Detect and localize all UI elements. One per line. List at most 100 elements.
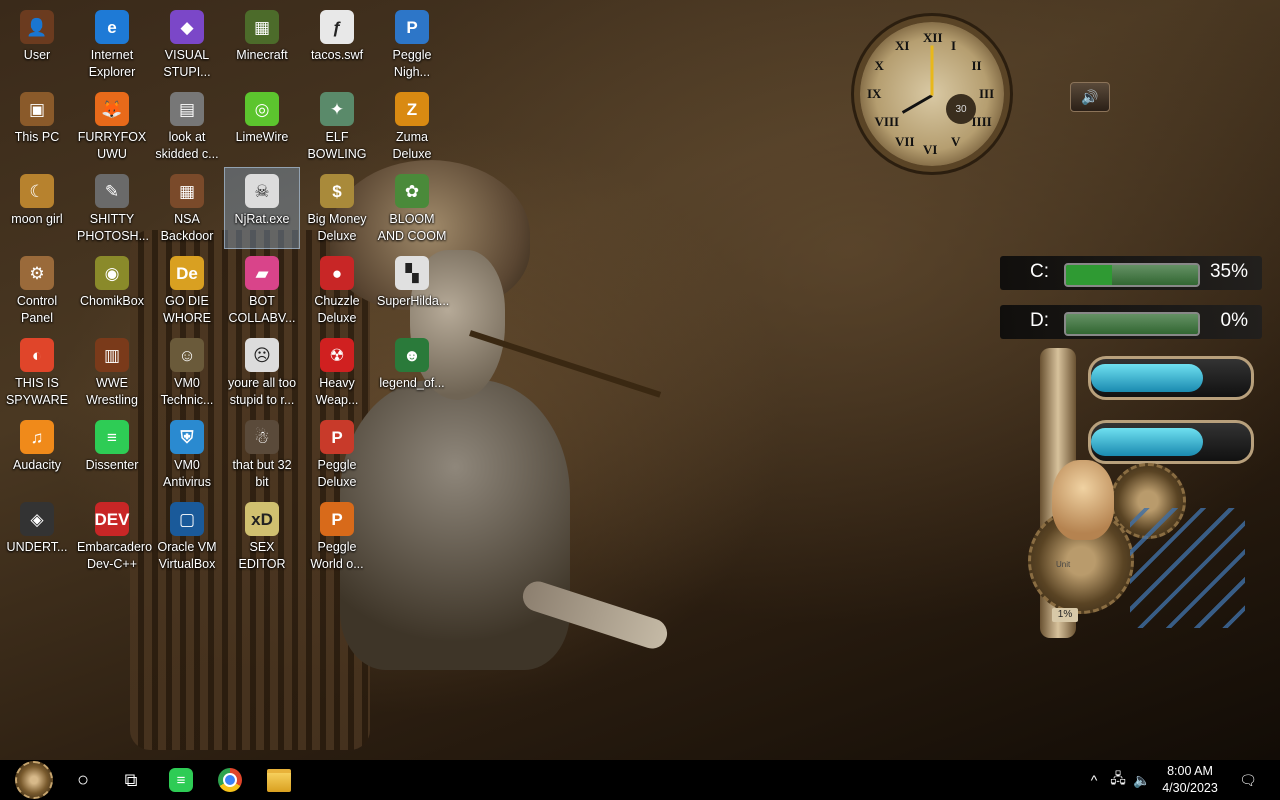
- desktop-icon[interactable]: ◆ VISUAL STUPI...: [150, 4, 224, 84]
- desktop-icon[interactable]: ◈ UNDERT...: [0, 496, 74, 576]
- tray-overflow-chevron[interactable]: ^: [1084, 760, 1104, 800]
- desktop-icon[interactable]: ◉ ChomikBox: [75, 250, 149, 330]
- pipe-gauge-fill: [1091, 428, 1203, 456]
- desktop-icon-label: Oracle VM VirtualBox: [157, 540, 217, 571]
- desktop-icon[interactable]: ☹ youre all too stupid to r...: [225, 332, 299, 412]
- desktop-icon[interactable]: 👤 User: [0, 4, 74, 84]
- desktop-icon[interactable]: P Peggle Nigh...: [375, 4, 449, 84]
- desktop-icon-label: Chuzzle Deluxe: [314, 294, 360, 325]
- desktop-icon[interactable]: Z Zuma Deluxe: [375, 86, 449, 166]
- desktop-icon[interactable]: ♫ Audacity: [0, 414, 74, 494]
- desktop-icon[interactable]: ✿ BLOOM AND COOM: [375, 168, 449, 248]
- pipe-gauge-bottom: [1088, 420, 1254, 464]
- desktop-icon[interactable]: ◐ THIS IS SPYWARE: [0, 332, 74, 412]
- desktop-icon[interactable]: ● Chuzzle Deluxe: [300, 250, 374, 330]
- dissenter-icon: ≡: [169, 768, 193, 792]
- desktop-icon-label: moon girl: [11, 212, 63, 226]
- desktop-icon-label: tacos.swf: [310, 48, 364, 62]
- app-icon: P: [320, 420, 354, 454]
- desktop-icon[interactable]: ◎ LimeWire: [225, 86, 299, 166]
- desktop-icon-label: Audacity: [13, 458, 61, 472]
- desktop-icon-label: legend_of...: [379, 376, 445, 390]
- app-icon: ☺: [170, 338, 204, 372]
- clock-numeral: VI: [923, 142, 938, 157]
- blue-rods: [1130, 508, 1245, 628]
- desktop-icon[interactable]: ☃ that but 32 bit: [225, 414, 299, 494]
- desktop-icon[interactable]: ⛨ VM0 Antivirus: [150, 414, 224, 494]
- app-icon: ☃: [245, 420, 279, 454]
- app-icon: P: [320, 502, 354, 536]
- desktop-icon[interactable]: 🦊 FURRYFOX UWU: [75, 86, 149, 166]
- pipe-gauge-fill: [1091, 364, 1203, 392]
- volume-muted-icon: 🔈: [1133, 771, 1151, 788]
- speaker-icon: 🔊: [1081, 88, 1099, 105]
- clock-gadget[interactable]: XII I II III IIII V VI VII VIII IX X XI 30: [852, 14, 1012, 174]
- start-button[interactable]: [10, 760, 58, 800]
- tray-network[interactable]: 🖧: [1106, 760, 1130, 800]
- desktop-icon[interactable]: ▦ NSA Backdoor: [150, 168, 224, 248]
- desktop-icon[interactable]: ☢ Heavy Weap...: [300, 332, 374, 412]
- desktop-icon-label: Minecraft: [236, 48, 288, 62]
- desktop-icon-label: LimeWire: [235, 130, 289, 144]
- desktop-icon[interactable]: ✎ SHITTY PHOTOSH...: [75, 168, 149, 248]
- desktop-icon[interactable]: ⚙ Control Panel: [0, 250, 74, 330]
- action-center-button[interactable]: 🗨: [1236, 760, 1260, 800]
- app-icon: ◈: [20, 502, 54, 536]
- drive-letter: C:: [1030, 261, 1049, 282]
- desktop-icon[interactable]: ☻ legend_of...: [375, 332, 449, 412]
- taskbar-clock[interactable]: 8:00 AM 4/30/2023: [1150, 763, 1230, 797]
- pipe-meter-gadget[interactable]: 1% Unit: [1028, 348, 1255, 648]
- desktop-icon[interactable]: P Peggle World o...: [300, 496, 374, 576]
- drive-meter-d[interactable]: D: 0%: [1000, 305, 1262, 339]
- desktop-icon[interactable]: ▦ Minecraft: [225, 4, 299, 84]
- app-icon: ▤: [170, 92, 204, 126]
- desktop-icon[interactable]: ▥ WWE Wrestling: [75, 332, 149, 412]
- desktop-icon[interactable]: De GO DIE WHORE: [150, 250, 224, 330]
- desktop-icon[interactable]: ▤ look at skidded c...: [150, 86, 224, 166]
- desktop-icon-label: BLOOM AND COOM: [377, 212, 447, 243]
- desktop-icon[interactable]: e Internet Explorer: [75, 4, 149, 84]
- desktop-icon[interactable]: $ Big Money Deluxe: [300, 168, 374, 248]
- desktop-icon[interactable]: ✦ ELF BOWLING: [300, 86, 374, 166]
- desktop-icon[interactable]: ≡ Dissenter: [75, 414, 149, 494]
- app-icon: ▢: [170, 502, 204, 536]
- desktop-icon[interactable]: xD SEX EDITOR: [225, 496, 299, 576]
- desktop-icon[interactable]: ☠ NjRat.exe: [224, 167, 300, 249]
- taskbar-pinned-chrome[interactable]: [206, 760, 254, 800]
- clock-numeral: II: [971, 58, 982, 73]
- desktop-icon-label: NSA Backdoor: [160, 212, 214, 243]
- desktop-icon-label: Big Money Deluxe: [307, 212, 367, 243]
- desktop-icon[interactable]: ▣ This PC: [0, 86, 74, 166]
- app-icon: ✿: [395, 174, 429, 208]
- app-icon: ◉: [95, 256, 129, 290]
- speaker-widget[interactable]: 🔊: [1070, 82, 1110, 112]
- taskbar-pinned-file-explorer[interactable]: [255, 760, 303, 800]
- desktop-icon-label: NjRat.exe: [234, 212, 290, 226]
- desktop-icon-label: This PC: [14, 130, 60, 144]
- drive-free-fill: [1066, 314, 1198, 334]
- desktop-icon[interactable]: ☺ VM0 Technic...: [150, 332, 224, 412]
- taskbar-pinned-dissenter[interactable]: ≡: [157, 760, 205, 800]
- desktop-icon[interactable]: ƒ tacos.swf: [300, 4, 374, 84]
- desktop-icon[interactable]: ▰ BOT COLLABV...: [225, 250, 299, 330]
- hamster-figure: [1052, 460, 1114, 540]
- app-icon: e: [95, 10, 129, 44]
- clock-numeral: XII: [923, 30, 943, 45]
- unit-label: Unit: [1056, 560, 1071, 569]
- search-button[interactable]: ○: [59, 760, 107, 800]
- desktop-icon[interactable]: ▢ Oracle VM VirtualBox: [150, 496, 224, 576]
- desktop-icon[interactable]: P Peggle Deluxe: [300, 414, 374, 494]
- app-icon: ▚: [395, 256, 429, 290]
- app-icon: $: [320, 174, 354, 208]
- app-icon: ♫: [20, 420, 54, 454]
- desktop-icon[interactable]: DEV Embarcadero Dev-C++: [75, 496, 152, 576]
- drive-meter-c[interactable]: C: 35%: [1000, 256, 1262, 290]
- desktop-icon[interactable]: ☾ moon girl: [0, 168, 74, 248]
- desktop-icon-label: Peggle World o...: [310, 540, 364, 571]
- desktop-icon[interactable]: ▚ SuperHilda...: [375, 250, 449, 330]
- desktop-icon-label: VM0 Technic...: [160, 376, 214, 407]
- desktop-icon-label: SEX EDITOR: [238, 540, 286, 571]
- clock-numeral: I: [951, 37, 957, 53]
- desktop[interactable]: 👤 User e Internet Explorer ◆ VISUAL STUPI... ▦…: [0, 0, 1280, 760]
- task-view-button[interactable]: ⧉: [107, 760, 155, 800]
